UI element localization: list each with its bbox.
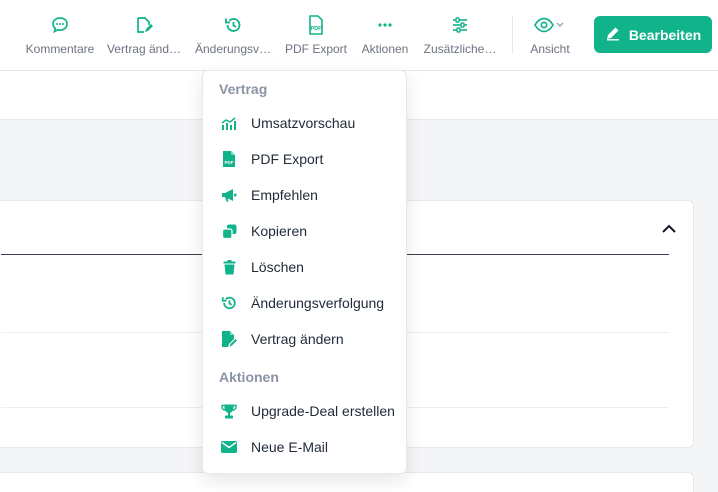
menu-item-recommend[interactable]: Empfehlen [203,178,406,212]
copy-icon [220,222,238,240]
top-toolbar: Kommentare Vertrag änd… Änderungsv… PDF … [0,0,718,71]
comments-button[interactable]: Kommentare [18,14,102,56]
menu-item-label: Vertrag ändern [251,331,344,347]
menu-item-edit-contract[interactable]: Vertrag ändern [203,322,406,356]
pdf-file-icon: PDF [220,150,238,168]
menu-item-label: Änderungsverfolgung [251,295,385,311]
menu-item-label: Umsatzvorschau [251,115,356,131]
menu-item-label: Upgrade-Deal erstellen [251,403,395,419]
toolbar-label: Zusätzliche… [423,42,497,56]
svg-text:PDF: PDF [225,160,234,165]
edit-document-icon [133,14,155,36]
menu-item-label: Empfehlen [251,187,318,203]
toolbar-label: Änderungsv… [194,42,272,56]
chart-icon [220,114,238,132]
trash-icon [220,258,238,276]
edit-button-label: Bearbeiten [628,26,702,43]
toolbar-label: Aktionen [361,42,409,56]
more-dots-icon [374,14,396,36]
edit-document-icon [220,330,238,348]
menu-item-label: Kopieren [251,223,308,239]
actions-dropdown-menu: Vertrag Umsatzvorschau PDF PDF Export Em… [202,70,407,474]
svg-text:PDF: PDF [311,26,323,32]
eye-icon [532,14,568,36]
history-icon [222,14,244,36]
toolbar-label: Ansicht [530,42,570,56]
pdf-icon: PDF [305,14,327,36]
edit-button[interactable]: Bearbeiten [594,16,712,53]
menu-item-label: Löschen [251,259,304,275]
toolbar-label: Kommentare [25,42,95,56]
menu-section-title: Vertrag [219,81,268,97]
comment-icon [49,14,71,36]
chevron-up-icon[interactable] [661,221,677,237]
menu-section-title: Aktionen [219,369,279,385]
history-icon [220,294,238,312]
sliders-icon [449,14,471,36]
change-tracking-button[interactable]: Änderungsv… [191,14,275,56]
trophy-icon [220,402,238,420]
megaphone-icon [220,186,238,204]
pencil-icon [605,25,621,44]
menu-item-label: PDF Export [251,151,324,167]
menu-item-change-tracking[interactable]: Änderungsverfolgung [203,286,406,320]
menu-item-delete[interactable]: Löschen [203,250,406,284]
edit-contract-button[interactable]: Vertrag änd… [102,14,186,56]
menu-item-pdf-export[interactable]: PDF PDF Export [203,142,406,176]
menu-item-upgrade-deal[interactable]: Upgrade-Deal erstellen [203,394,406,428]
additional-button[interactable]: Zusätzliche… [418,14,502,56]
toolbar-label: Vertrag änd… [106,42,182,56]
menu-item-copy[interactable]: Kopieren [203,214,406,248]
menu-item-new-email[interactable]: Neue E-Mail [203,430,406,464]
view-button[interactable]: Ansicht [508,14,592,56]
toolbar-label: PDF Export [284,42,347,56]
actions-button[interactable]: Aktionen [343,14,427,56]
content-card [0,472,694,492]
menu-item-revenue-preview[interactable]: Umsatzvorschau [203,106,406,140]
envelope-icon [220,438,238,456]
menu-item-label: Neue E-Mail [251,439,329,455]
